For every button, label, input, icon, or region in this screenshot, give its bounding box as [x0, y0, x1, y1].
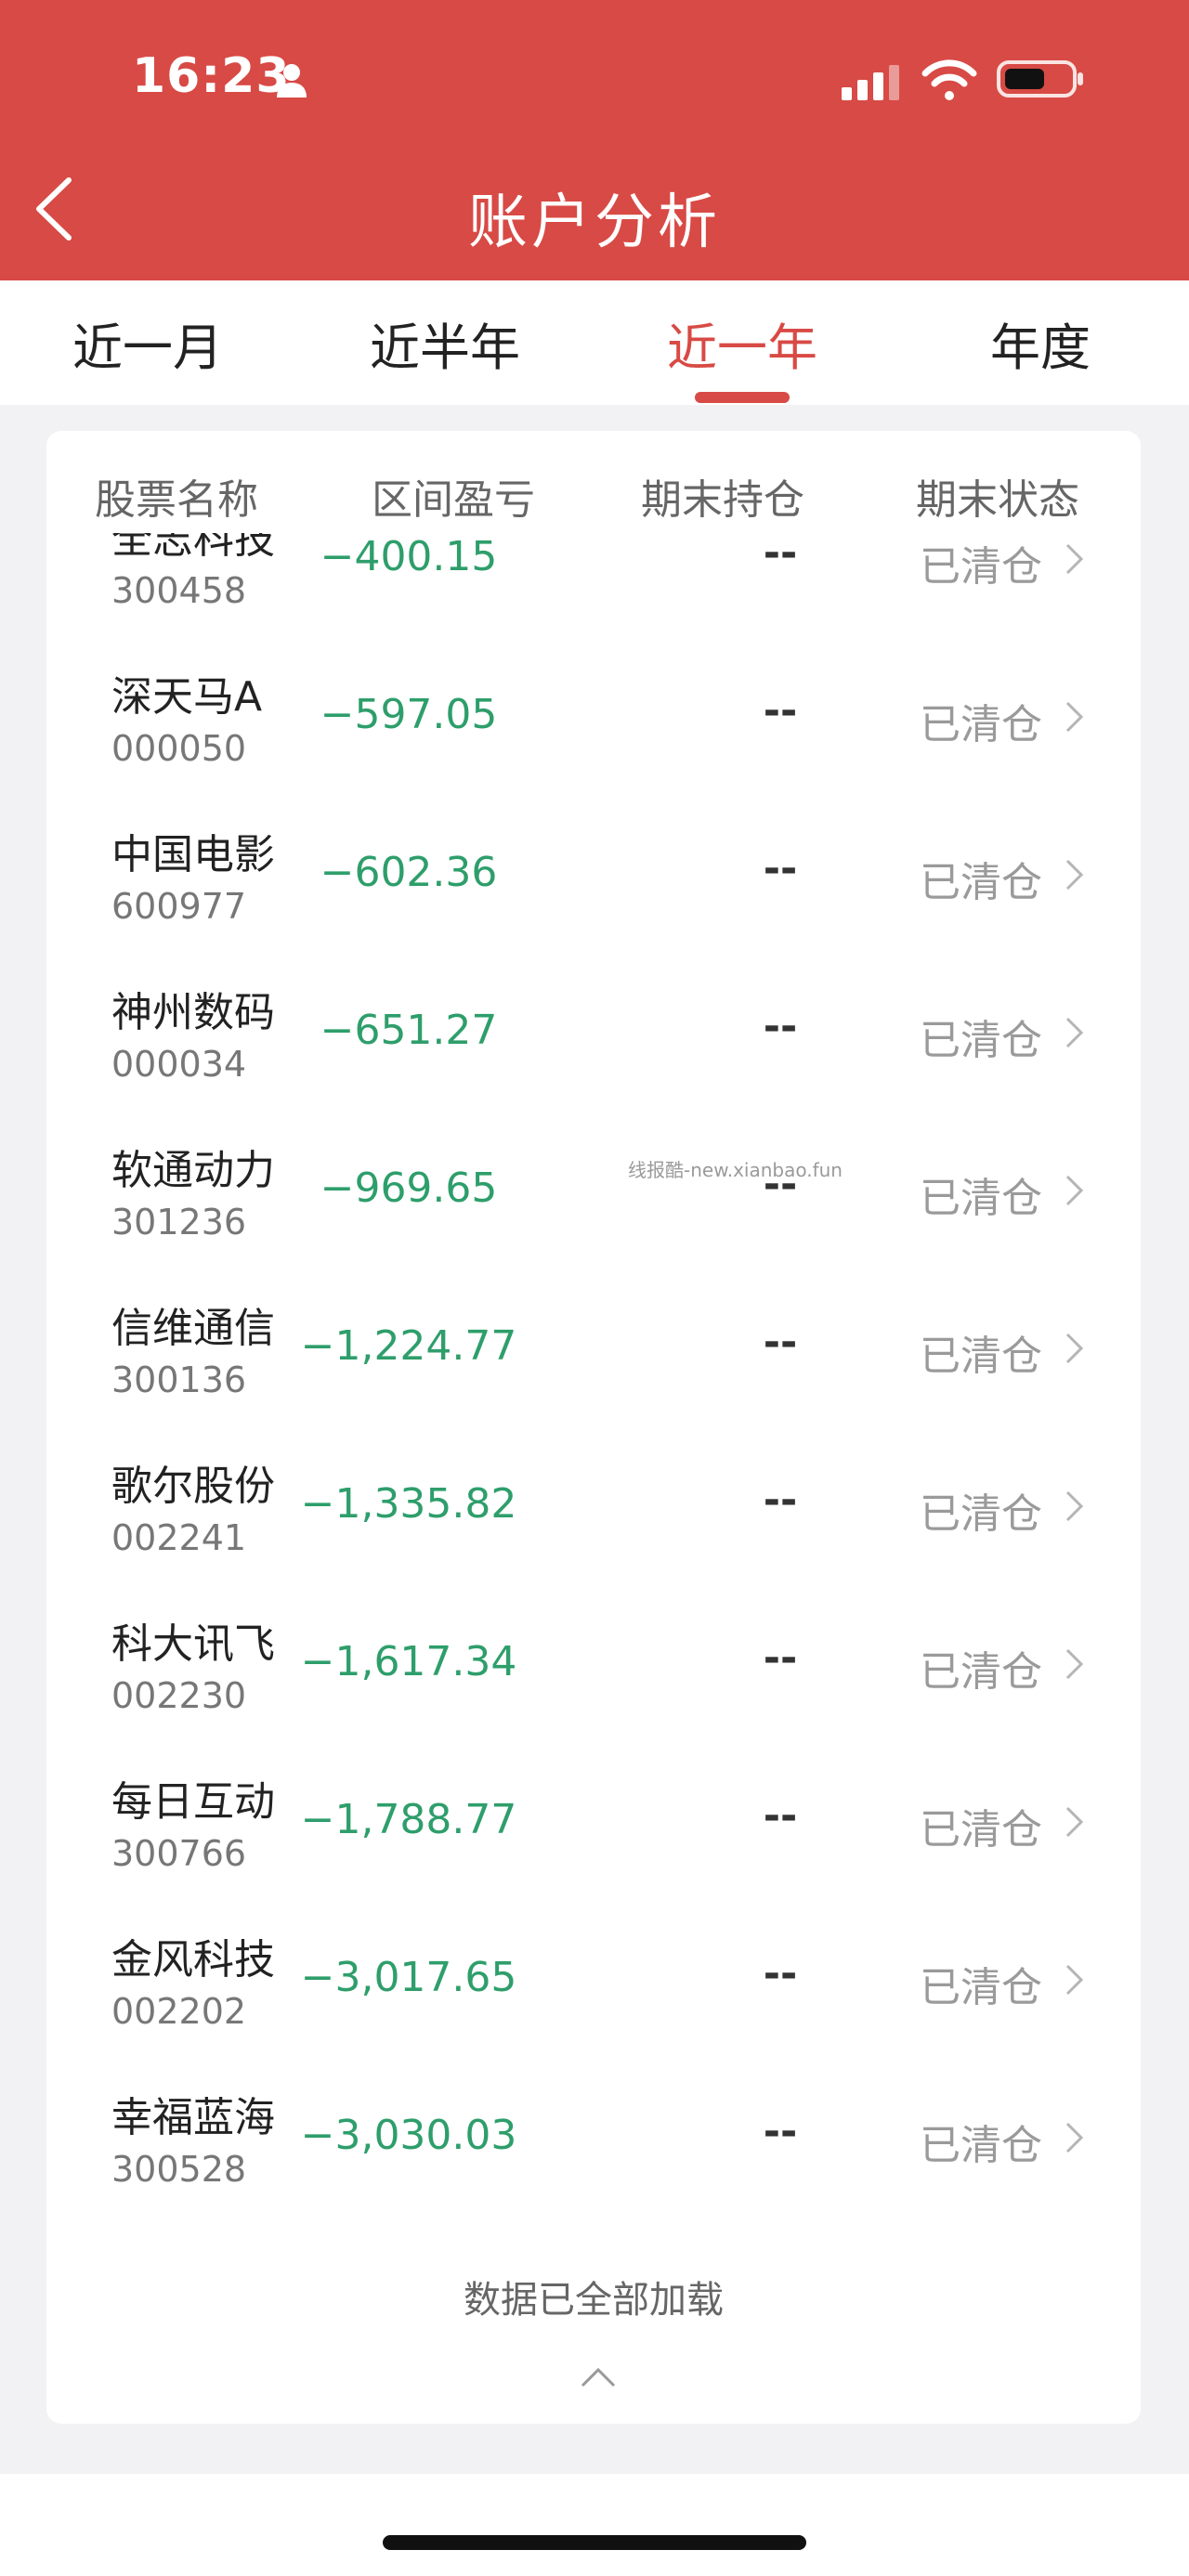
table-row[interactable]: 神州数码 000034 −651.27 -- 已清仓 [46, 951, 1141, 1109]
end-holding: -- [763, 1477, 798, 1524]
period-pnl: −597.05 [320, 691, 498, 738]
table-row[interactable]: 科大讯飞 002230 −1,617.34 -- 已清仓 [46, 1582, 1141, 1740]
period-pnl: −1,224.77 [300, 1322, 517, 1370]
stock-table-card: 股票名称 区间盈亏 期末持仓 期末状态 全志科技 300458 −400.15 … [46, 431, 1141, 2424]
stock-code: 000050 [111, 728, 247, 769]
period-pnl: −969.65 [320, 1164, 498, 1212]
stock-code: 300136 [111, 1360, 247, 1400]
stock-code: 300766 [111, 1833, 247, 1874]
chevron-right-icon [1065, 1490, 1084, 1522]
end-holding: -- [763, 1950, 798, 1997]
end-status: 已清仓 [920, 859, 1042, 906]
end-holding: -- [763, 687, 798, 735]
chevron-right-icon [1065, 1333, 1084, 1364]
table-row[interactable]: 中国电影 600977 −602.36 -- 已清仓 [46, 793, 1141, 951]
end-status: 已清仓 [920, 1648, 1042, 1696]
chevron-right-icon [1065, 543, 1084, 575]
end-status: 已清仓 [920, 1333, 1042, 1380]
stock-code: 301236 [111, 1202, 247, 1242]
chevron-up-icon[interactable] [580, 2366, 617, 2388]
watermark-text: 线报酷-new.xianbao.fun [628, 1159, 843, 1181]
table-row[interactable]: 金风科技 002202 −3,017.65 -- 已清仓 [46, 1898, 1141, 2056]
chevron-right-icon [1065, 859, 1084, 891]
chevron-right-icon [1065, 1175, 1084, 1206]
chevron-right-icon [1065, 701, 1084, 733]
tab-last-month[interactable]: 近一月 [72, 306, 223, 380]
all-data-loaded-text: 数据已全部加载 [464, 2279, 724, 2322]
column-header-end-holding: 期末持仓 [641, 476, 804, 524]
period-pnl: −400.15 [320, 533, 498, 580]
page-title: 账户分析 [468, 189, 721, 257]
app-header: 16:23 账户分析 [0, 0, 1189, 280]
end-holding: -- [763, 845, 798, 892]
period-pnl: −1,335.82 [300, 1480, 517, 1528]
stock-code: 600977 [111, 886, 247, 927]
stock-code: 002241 [111, 1517, 247, 1558]
end-status: 已清仓 [920, 1806, 1042, 1854]
table-row[interactable]: 幸福蓝海 300528 −3,030.03 -- 已清仓 [46, 2056, 1141, 2214]
end-status: 已清仓 [920, 701, 1042, 748]
wifi-icon [921, 59, 977, 100]
table-row[interactable]: 软通动力 301236 −969.65 -- 已清仓 [46, 1109, 1141, 1267]
end-status: 已清仓 [920, 1964, 1042, 2011]
tab-annual[interactable]: 年度 [990, 306, 1091, 380]
end-status: 已清仓 [920, 1017, 1042, 1064]
period-pnl: −1,788.77 [300, 1796, 517, 1843]
column-header-stock-name: 股票名称 [95, 476, 258, 524]
tab-last-half-year[interactable]: 近半年 [370, 306, 520, 380]
period-pnl: −651.27 [320, 1007, 498, 1054]
end-status: 已清仓 [920, 2122, 1042, 2169]
stock-code: 002230 [111, 1675, 247, 1716]
period-tabs: 近一月 近半年 近一年 年度 [0, 280, 1189, 405]
table-row[interactable]: 深天马A 000050 −597.05 -- 已清仓 [46, 635, 1141, 793]
table-row[interactable]: 每日互动 300766 −1,788.77 -- 已清仓 [46, 1740, 1141, 1898]
end-holding: -- [763, 533, 798, 577]
stock-code: 002202 [111, 1991, 247, 2032]
active-tab-indicator [695, 392, 790, 403]
table-row[interactable]: 歌尔股份 002241 −1,335.82 -- 已清仓 [46, 1425, 1141, 1582]
bottom-safe-area [0, 2474, 1189, 2576]
status-time: 16:23 [132, 48, 291, 104]
end-holding: -- [763, 1319, 798, 1366]
column-header-end-status: 期末状态 [916, 476, 1079, 524]
end-holding: -- [763, 2108, 798, 2155]
stock-code: 300458 [111, 570, 247, 611]
table-row[interactable]: 全志科技 300458 −400.15 -- 已清仓 [46, 533, 1141, 635]
end-holding: -- [763, 1792, 798, 1840]
end-status: 已清仓 [920, 1175, 1042, 1222]
column-header-period-pnl: 区间盈亏 [372, 476, 535, 524]
status-bar: 16:23 [0, 0, 1189, 158]
stock-list: 全志科技 300458 −400.15 -- 已清仓 深天马A 000050 −… [46, 533, 1141, 2232]
battery-icon [997, 60, 1083, 98]
chevron-right-icon [1065, 2122, 1084, 2153]
person-icon [277, 64, 307, 98]
stock-name: 深天马A [111, 673, 263, 721]
stock-code: 300528 [111, 2149, 247, 2190]
chevron-right-icon [1065, 1648, 1084, 1680]
chevron-right-icon [1065, 1806, 1084, 1838]
period-pnl: −602.36 [320, 849, 498, 896]
tab-last-year[interactable]: 近一年 [667, 306, 817, 380]
stock-code: 000034 [111, 1044, 247, 1085]
end-holding: -- [763, 1003, 798, 1050]
chevron-right-icon [1065, 1964, 1084, 1996]
table-row[interactable]: 信维通信 300136 −1,224.77 -- 已清仓 [46, 1267, 1141, 1425]
home-indicator[interactable] [383, 2535, 806, 2550]
cellular-signal-icon [842, 65, 899, 100]
end-holding: -- [763, 1634, 798, 1682]
period-pnl: −3,030.03 [300, 2112, 517, 2159]
end-status: 已清仓 [920, 1490, 1042, 1538]
end-status: 已清仓 [920, 543, 1042, 591]
chevron-right-icon [1065, 1017, 1084, 1048]
period-pnl: −3,017.65 [300, 1954, 517, 2001]
period-pnl: −1,617.34 [300, 1638, 517, 1685]
